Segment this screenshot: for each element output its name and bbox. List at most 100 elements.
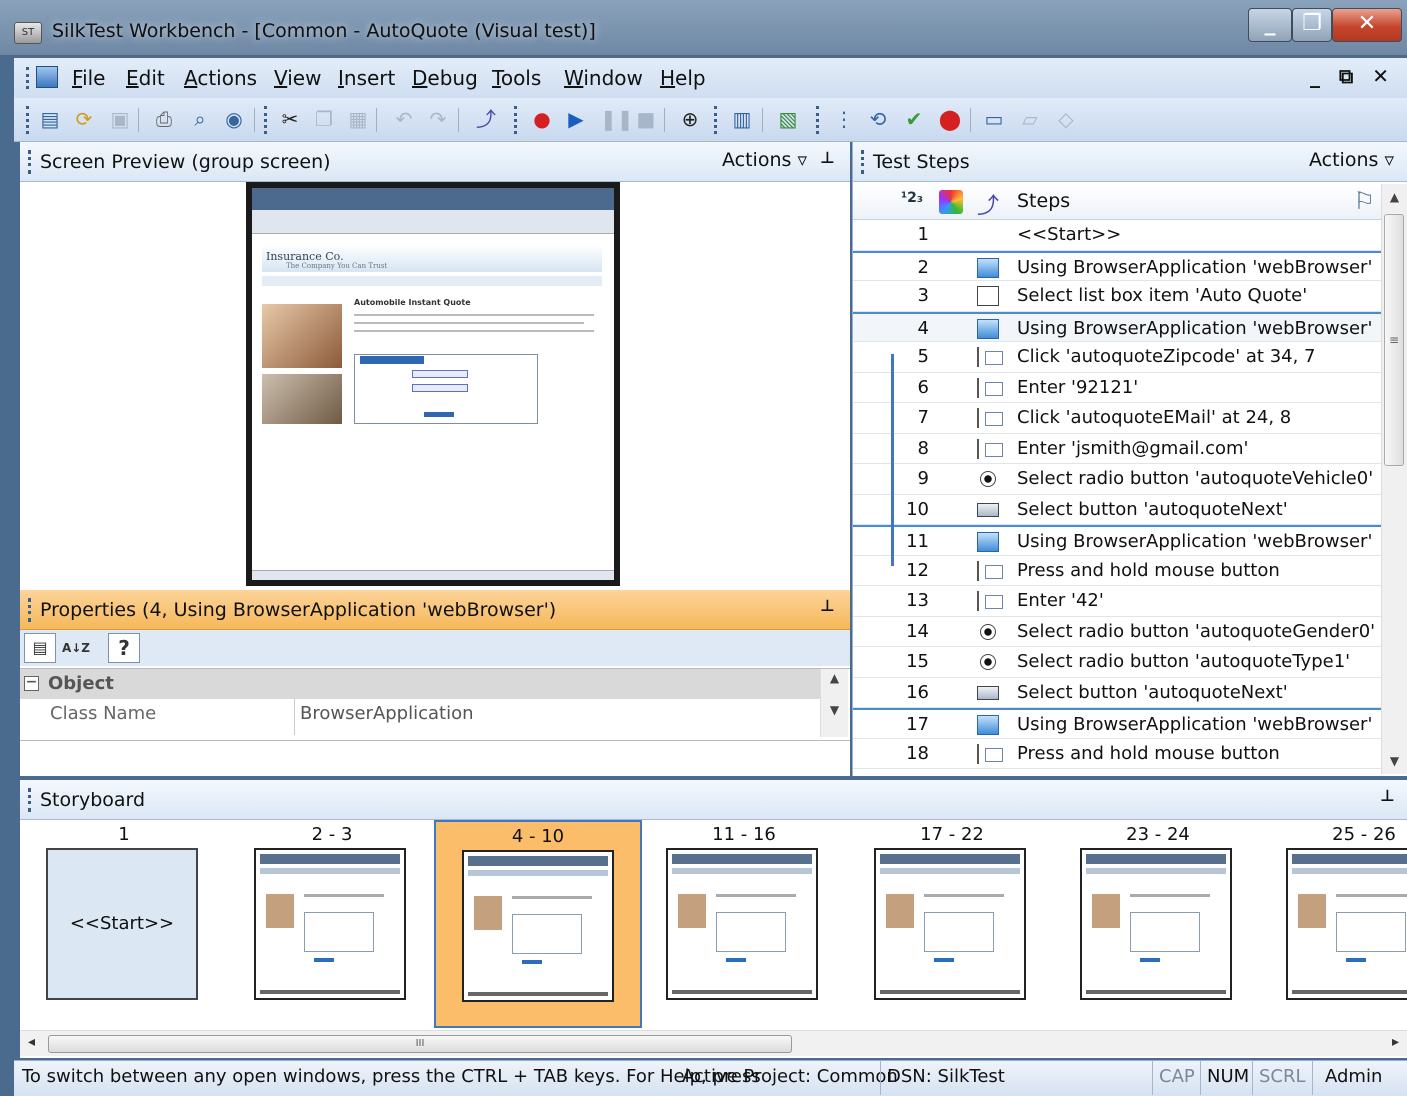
paste-icon[interactable]: ▦ <box>346 106 370 132</box>
toolbar-grip-5[interactable] <box>816 106 819 134</box>
object-type-icon[interactable] <box>939 190 963 214</box>
step-row[interactable]: 6 Enter '92121' <box>853 373 1381 403</box>
menu-help[interactable]: Help <box>660 66 706 90</box>
step-row[interactable]: 10 Select button 'autoquoteNext' <box>853 495 1381 525</box>
step-row[interactable]: 2 Using BrowserApplication 'webBrowser' <box>853 250 1381 281</box>
menu-view[interactable]: View <box>274 66 321 90</box>
step-row[interactable]: 15 Select radio button 'autoquoteType1' <box>853 647 1381 678</box>
step-row[interactable]: 3 Select list box item 'Auto Quote' <box>853 281 1381 312</box>
panel-grip[interactable] <box>861 150 864 174</box>
undo-icon[interactable]: ↶ <box>392 106 416 132</box>
remove-icon[interactable]: ⬤ <box>938 106 962 132</box>
toolbar-grip-4[interactable] <box>714 106 717 134</box>
step-row[interactable]: 18 Press and hold mouse button <box>853 739 1381 769</box>
play-icon[interactable]: ▶ <box>564 106 588 132</box>
step-number-header-icon[interactable]: ¹2₃ <box>901 190 923 206</box>
frame-thumbnail[interactable] <box>1080 848 1232 1000</box>
properties-icon[interactable]: ▧ <box>776 106 800 132</box>
redo-icon[interactable]: ↷ <box>426 106 450 132</box>
step-row[interactable]: 7 Click 'autoquoteEMail' at 24, 8 <box>853 403 1381 434</box>
open-icon[interactable]: ⟳ <box>72 106 96 132</box>
step-row[interactable]: 9 Select radio button 'autoquoteVehicle0' <box>853 464 1381 495</box>
minimize-button[interactable]: _ <box>1248 8 1292 42</box>
step-numbers-icon[interactable]: ⋮ <box>832 106 856 132</box>
frame-thumbnail[interactable] <box>254 848 406 1000</box>
maximize-button[interactable]: ❐ <box>1292 8 1332 42</box>
record-icon[interactable]: ● <box>530 106 554 132</box>
property-value[interactable]: BrowserApplication <box>300 699 474 729</box>
cut-icon[interactable]: ✂ <box>278 106 302 132</box>
menu-tools[interactable]: Tools <box>492 66 541 90</box>
toolbar-grip-2[interactable] <box>264 106 267 134</box>
pin-icon[interactable]: ⊥ <box>820 148 835 167</box>
storyboard-frame[interactable]: 4 - 10 <box>434 820 642 1028</box>
storyboard-frame[interactable]: 11 - 16 <box>640 820 848 1028</box>
print-icon[interactable]: ⎙ <box>152 106 176 132</box>
menu-insert[interactable]: Insert <box>338 66 395 90</box>
target-icon[interactable]: ⊕ <box>678 106 702 132</box>
menu-edit[interactable]: Edit <box>126 66 165 90</box>
verify-icon[interactable]: ✔ <box>902 106 926 132</box>
close-button[interactable]: ✕ <box>1332 8 1402 42</box>
toolbar-grip[interactable] <box>26 106 29 134</box>
frame-thumbnail[interactable] <box>1286 848 1407 1000</box>
menu-grip[interactable] <box>26 67 30 89</box>
step-row[interactable]: 16 Select button 'autoquoteNext' <box>853 678 1381 708</box>
step-row[interactable]: 17 Using BrowserApplication 'webBrowser' <box>853 708 1381 739</box>
properties-scrollbar[interactable]: ▲ ▼ <box>820 669 848 737</box>
property-category[interactable]: − Object <box>20 669 820 699</box>
refresh-icon[interactable]: ⟲ <box>866 106 890 132</box>
step-row[interactable]: 5 Click 'autoquoteZipcode' at 34, 7 <box>853 342 1381 373</box>
document-icon[interactable] <box>36 66 58 88</box>
print-preview-icon[interactable]: ⌕ <box>188 106 212 132</box>
screen-preview-actions-menu[interactable]: Actions ▿ <box>722 149 807 171</box>
menu-debug[interactable]: Debug <box>412 66 478 90</box>
step-row[interactable]: 4 Using BrowserApplication 'webBrowser' <box>853 311 1381 342</box>
step-row[interactable]: 8 Enter 'jsmith@gmail.com' <box>853 434 1381 464</box>
step-row[interactable]: 14 Select radio button 'autoquoteGender0' <box>853 617 1381 647</box>
steps-column-label[interactable]: Steps <box>1017 190 1070 212</box>
add-step-icon[interactable]: ⤴ <box>474 106 498 132</box>
step-row[interactable]: 13 Enter '42' <box>853 586 1381 617</box>
menu-actions[interactable]: Actions <box>184 66 257 90</box>
mdi-controls[interactable]: _ ⧉ ✕ <box>1310 64 1395 88</box>
diamond-icon[interactable]: ◇ <box>1054 106 1078 132</box>
parallelogram-icon[interactable]: ▱ <box>1018 106 1042 132</box>
step-row[interactable]: 11 Using BrowserApplication 'webBrowser' <box>853 525 1381 556</box>
frame-thumbnail[interactable] <box>462 850 614 1002</box>
scroll-left-icon[interactable]: ◂ <box>28 1034 35 1050</box>
copy-icon[interactable]: ❐ <box>312 106 336 132</box>
preview-screenshot[interactable]: Insurance Co. The Company You Can Trust … <box>246 182 620 586</box>
sort-alpha-icon[interactable]: A↓Z <box>60 633 92 663</box>
save-icon[interactable]: ▣ <box>108 106 132 132</box>
categorized-icon[interactable]: ▤ <box>24 633 56 663</box>
panel-grip[interactable] <box>28 150 31 174</box>
step-row[interactable]: 1 <<Start>> <box>853 220 1381 251</box>
frame-thumbnail[interactable] <box>666 848 818 1000</box>
storyboard-frame[interactable]: 2 - 3 <box>228 820 436 1028</box>
panel-grip[interactable] <box>28 788 31 812</box>
collapse-icon[interactable]: − <box>24 675 39 691</box>
frame-thumbnail[interactable] <box>874 848 1026 1000</box>
flag-icon[interactable]: ⚐ <box>1353 187 1375 215</box>
rectangle-icon[interactable]: ▭ <box>982 106 1006 132</box>
pin-icon[interactable]: ⊥ <box>820 596 835 615</box>
steps-scrollbar[interactable]: ▲ ≡ ▼ <box>1381 184 1407 774</box>
step-row[interactable]: 12 Press and hold mouse button <box>853 556 1381 586</box>
help-icon[interactable]: ◉ <box>222 106 246 132</box>
screen-icon[interactable]: ▥ <box>730 106 754 132</box>
toolbar-grip-3[interactable] <box>514 106 517 134</box>
pause-icon[interactable]: ❚❚ <box>600 106 634 132</box>
test-steps-actions-menu[interactable]: Actions ▿ <box>1309 149 1394 171</box>
stop-icon[interactable]: ■ <box>634 106 658 132</box>
property-row[interactable]: Class Name BrowserApplication <box>20 699 820 735</box>
menu-file[interactable]: File <box>72 66 105 90</box>
storyboard-scrollbar[interactable]: ◂ III ▸ <box>20 1030 1407 1056</box>
scroll-right-icon[interactable]: ▸ <box>1392 1034 1399 1050</box>
frame-thumbnail[interactable]: <<Start>> <box>46 848 198 1000</box>
menu-window[interactable]: Window <box>564 66 643 90</box>
scroll-thumb[interactable]: III <box>48 1035 792 1053</box>
new-icon[interactable]: ▤ <box>38 106 62 132</box>
pin-icon[interactable]: ⊥ <box>1380 786 1395 805</box>
panel-grip[interactable] <box>28 598 31 622</box>
